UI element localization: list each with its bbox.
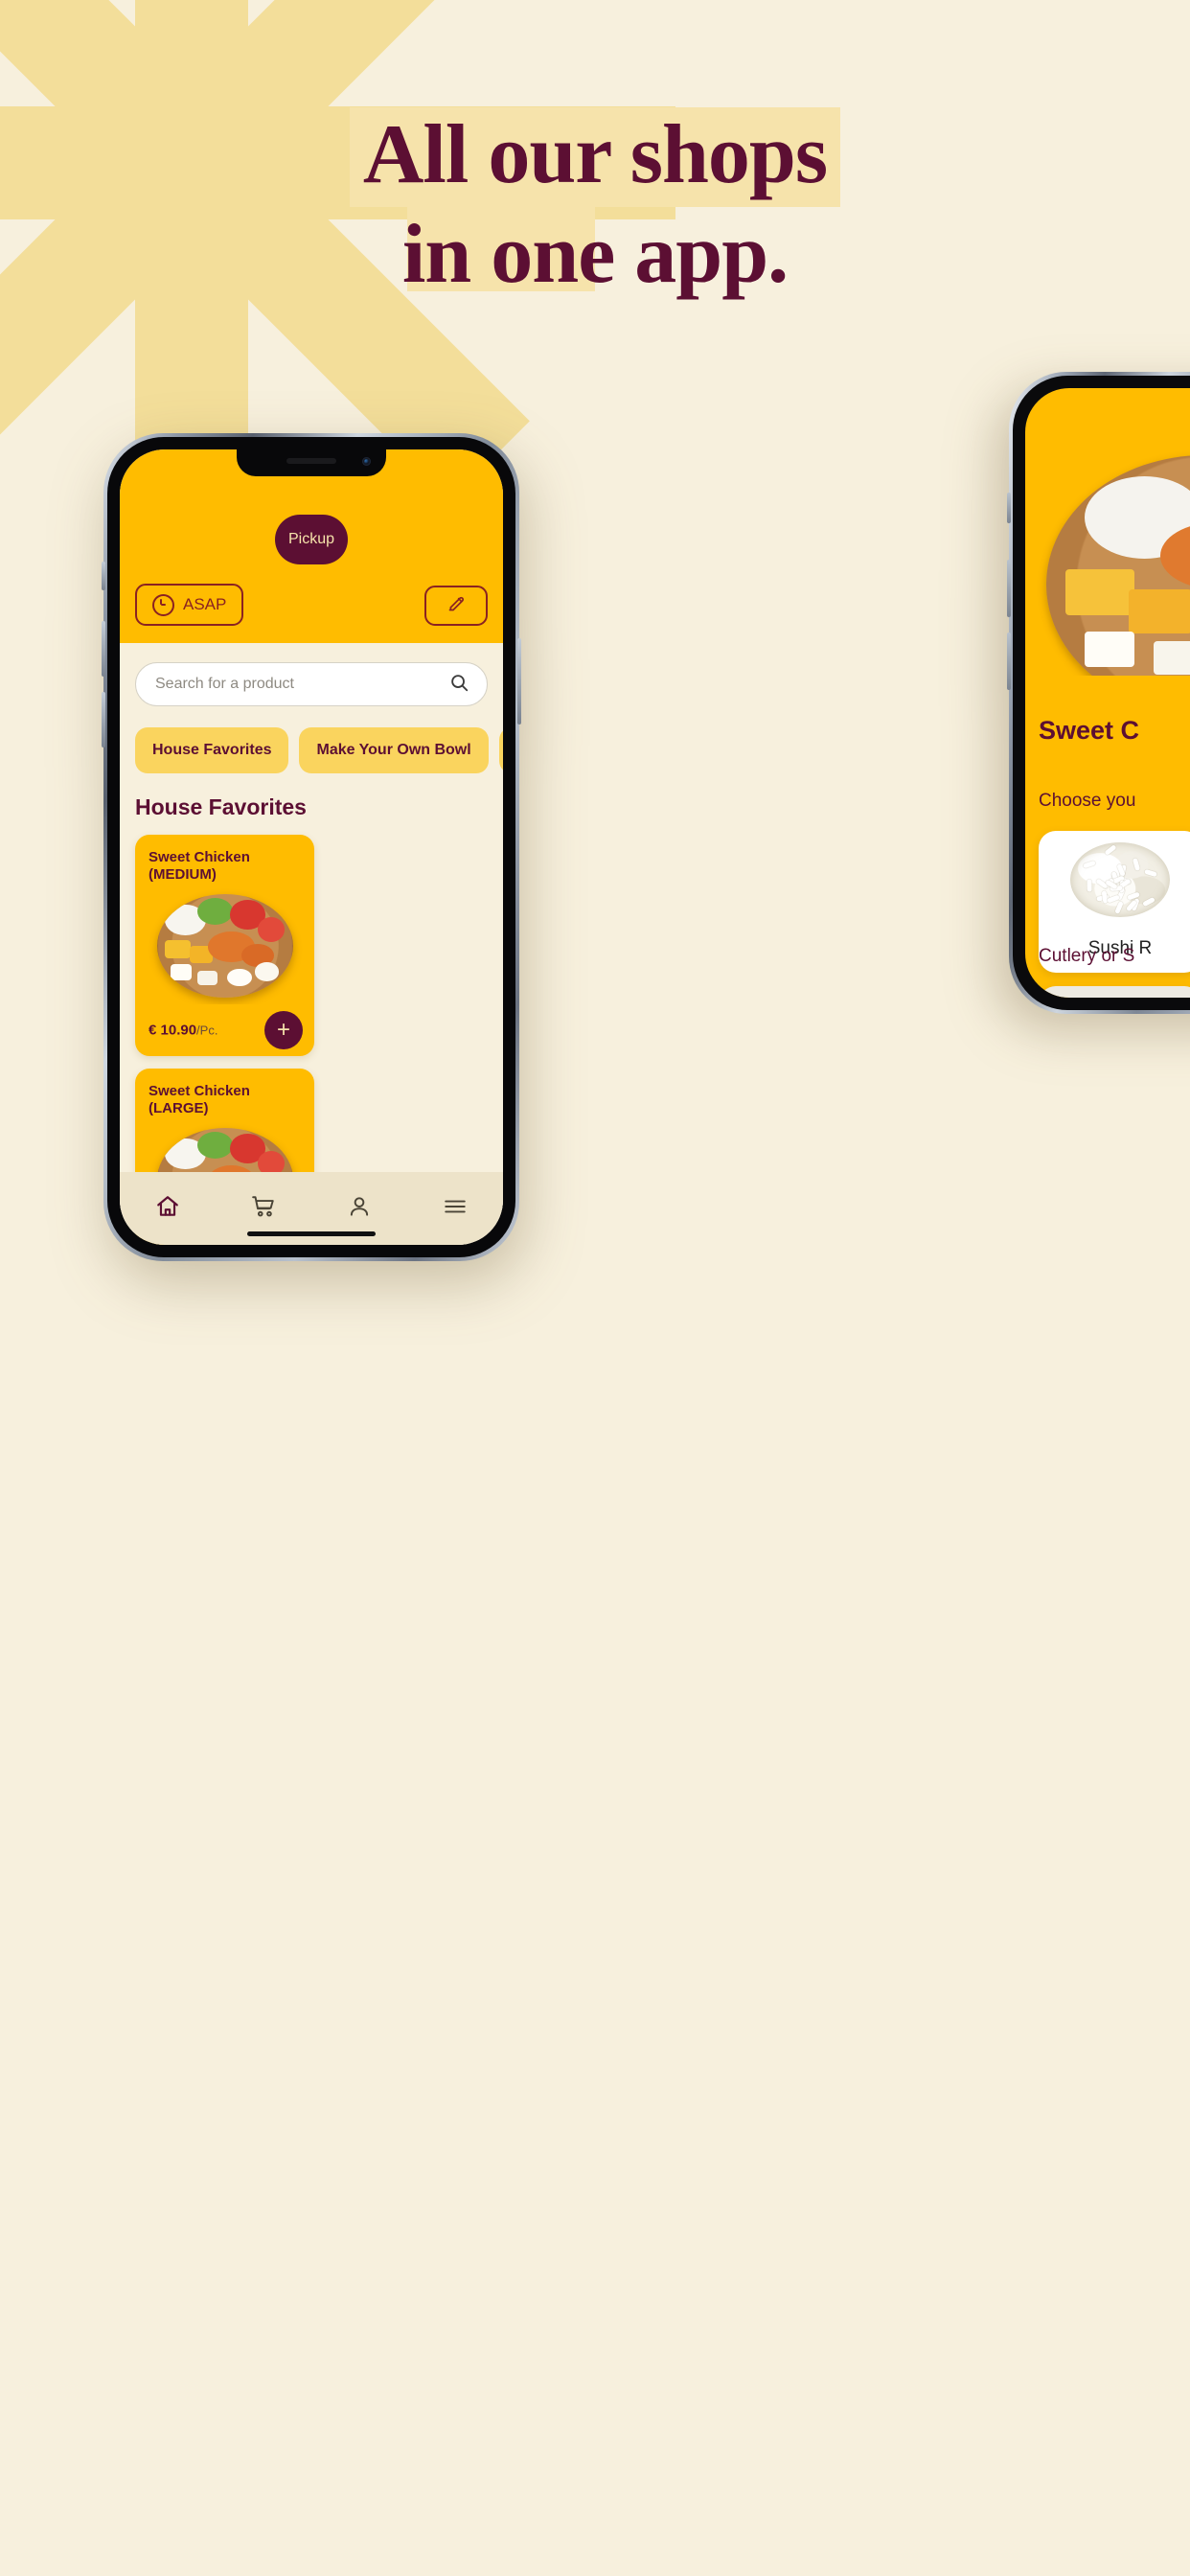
app-body: House Favorites Make Your Own Bowl Side …	[120, 643, 503, 1245]
delivery-time-label: ASAP	[183, 595, 226, 614]
rice-grain	[1101, 891, 1108, 905]
category-chip-house-favorites[interactable]: House Favorites	[135, 727, 288, 773]
main-phone-screen: Pickup ASAP Search for a product House F…	[120, 449, 503, 1245]
headline-line-1-text: All our shops	[350, 107, 840, 207]
product-card[interactable]: Sweet Chicken (MEDIUM) € 10.90/Pc. +	[135, 835, 314, 1056]
rice-grain	[1133, 858, 1140, 871]
product-hero-image	[1025, 388, 1190, 676]
main-phone-mockup: Pickup ASAP Search for a product House F…	[103, 433, 519, 1261]
account-icon	[347, 1194, 372, 1224]
front-camera-icon	[362, 457, 371, 466]
category-chip-make-your-own-bowl[interactable]: Make Your Own Bowl	[299, 727, 488, 773]
home-icon	[155, 1194, 180, 1224]
headline-line-1: All our shops	[0, 107, 1190, 207]
edit-address-button[interactable]	[424, 586, 488, 626]
pencil-icon	[446, 593, 467, 618]
cart-icon	[251, 1194, 276, 1224]
rice-grain	[1144, 869, 1157, 878]
rice-grain	[1087, 879, 1091, 891]
add-to-cart-button[interactable]: +	[264, 1011, 303, 1049]
menu-icon	[443, 1194, 468, 1224]
mute-switch[interactable]	[1007, 493, 1011, 523]
option-group-1-label: Choose you	[1039, 791, 1135, 812]
volume-up-button[interactable]	[102, 621, 105, 677]
headline-line-2-text: in one app.	[389, 207, 801, 307]
product-footer: € 10.90/Pc. +	[135, 1004, 314, 1056]
volume-up-button[interactable]	[1007, 560, 1011, 617]
headline-line-2: in one app.	[0, 207, 1190, 307]
secondary-phone-mockup: Sweet C Choose you Sushi R Cutlery or S	[1009, 372, 1190, 1014]
home-indicator[interactable]	[247, 1231, 376, 1236]
section-title: House Favorites	[135, 794, 307, 820]
rice-icon	[1070, 842, 1170, 917]
product-image	[135, 887, 314, 1004]
nav-item-home[interactable]	[120, 1172, 216, 1245]
category-chip-list: House Favorites Make Your Own Bowl Side …	[135, 727, 503, 773]
option-card-cutlery[interactable]: Cutlery	[1039, 986, 1190, 998]
search-icon[interactable]	[448, 672, 469, 698]
category-chip-side-dishes[interactable]: Side Dishes	[499, 727, 503, 773]
phone-notch	[237, 449, 386, 476]
rice-grain	[1143, 897, 1156, 907]
search-bar[interactable]	[135, 662, 488, 706]
earpiece-speaker	[286, 458, 336, 464]
pickup-mode-button[interactable]: Pickup	[275, 515, 348, 564]
option-group-2-label: Cutlery or S	[1039, 946, 1134, 967]
app-header: Pickup ASAP	[120, 449, 503, 643]
page-title: All our shops in one app.	[0, 107, 1190, 307]
power-button[interactable]	[517, 638, 521, 724]
header-controls-row: ASAP	[135, 584, 488, 626]
volume-down-button[interactable]	[1007, 632, 1011, 690]
nav-item-menu[interactable]	[407, 1172, 503, 1245]
rice-grain	[1105, 844, 1117, 856]
product-price-value: € 10.90	[149, 1023, 196, 1039]
product-price: € 10.90/Pc.	[149, 1023, 217, 1039]
product-price-unit: /Pc.	[196, 1024, 217, 1038]
product-title: Sweet Chicken (MEDIUM)	[135, 835, 314, 887]
volume-down-button[interactable]	[102, 692, 105, 748]
rice-grain	[1083, 861, 1096, 869]
delivery-time-button[interactable]: ASAP	[135, 584, 243, 626]
mute-switch[interactable]	[102, 562, 105, 590]
rice-grain	[1114, 901, 1124, 914]
secondary-phone-screen: Sweet C Choose you Sushi R Cutlery or S	[1025, 388, 1190, 998]
secondary-product-title: Sweet C	[1025, 716, 1190, 746]
search-input[interactable]	[153, 675, 448, 694]
product-title: Sweet Chicken (LARGE)	[135, 1069, 314, 1121]
clock-icon	[152, 594, 174, 616]
